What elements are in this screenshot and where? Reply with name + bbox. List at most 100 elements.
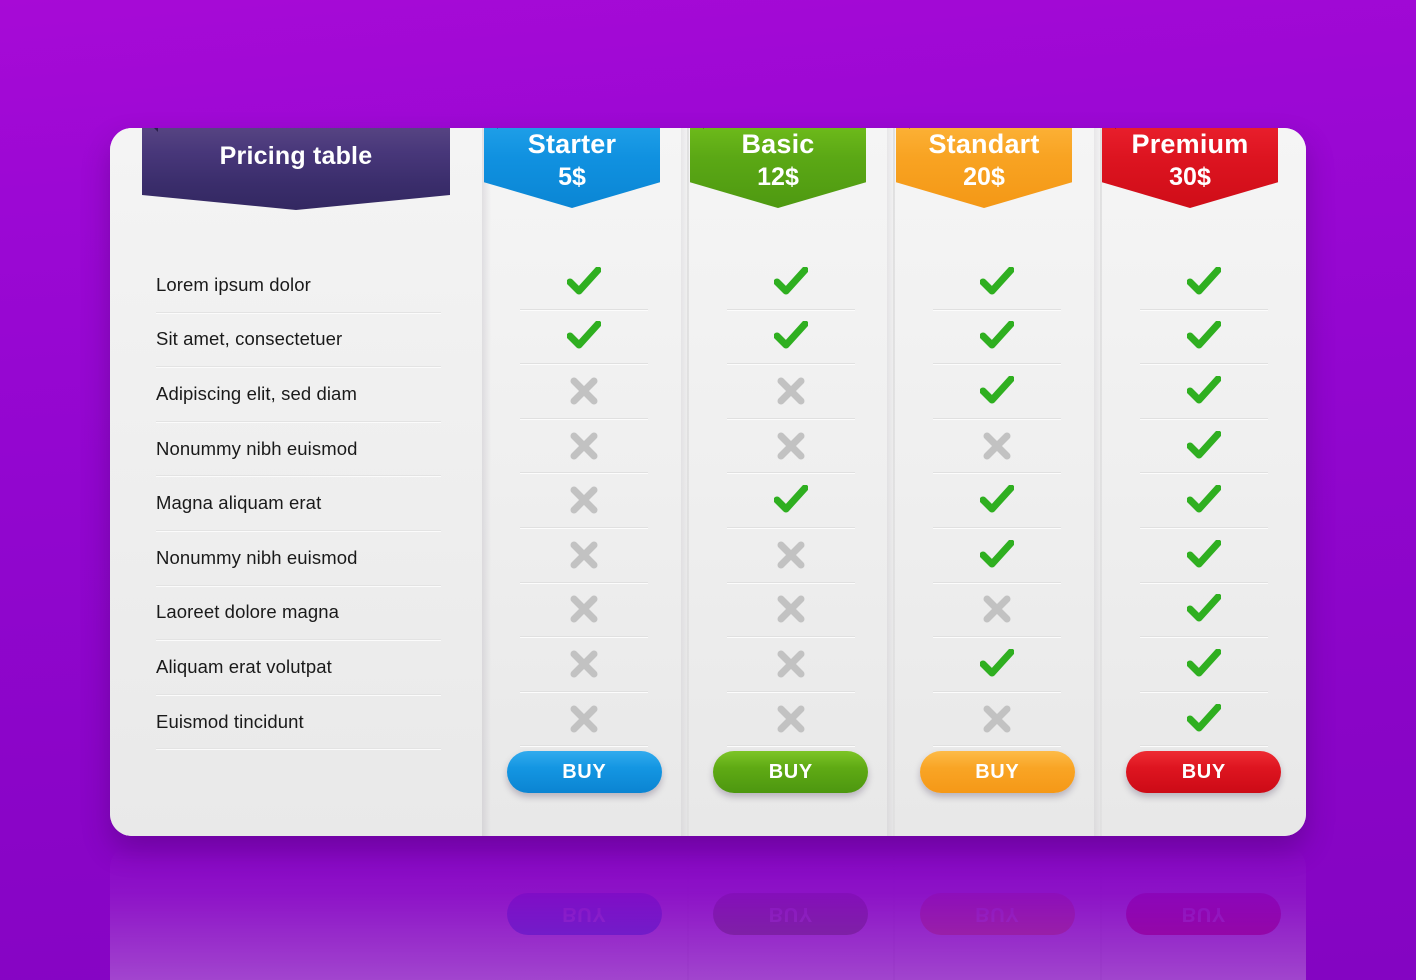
plan-mark-row — [1139, 364, 1268, 419]
check-icon — [1186, 375, 1221, 406]
plan-mark-row — [726, 583, 855, 638]
check-icon — [980, 539, 1015, 570]
check-icon — [1186, 703, 1221, 734]
feature-label: Nonummy nibh euismod — [156, 437, 358, 459]
buy-button-starter[interactable]: BUY — [506, 751, 662, 793]
buy-button-wrapper: BUY — [689, 751, 894, 793]
plan-mark-row — [1139, 637, 1268, 692]
cross-icon — [776, 649, 806, 679]
reflection-plan-columns: BUY BUY BUY BUY — [482, 845, 1306, 980]
plan-mark-row — [520, 692, 649, 747]
plan-mark-row — [726, 310, 855, 365]
plan-price-standart: 20$ — [963, 163, 1005, 191]
buy-button-standart[interactable]: BUY — [919, 751, 1075, 793]
pricing-table-card: Lorem ipsum dolor Sit amet, consectetuer A… — [110, 128, 1306, 836]
pricing-table-title-ribbon: Pricing table — [142, 128, 450, 210]
check-icon — [1186, 266, 1221, 297]
plan-mark-row — [726, 692, 855, 747]
feature-label: Aliquam erat volutpat — [156, 655, 332, 677]
plan-mark-row — [520, 528, 649, 583]
buy-button-basic[interactable]: BUY — [713, 751, 869, 793]
buy-button-wrapper: BUY — [482, 751, 687, 793]
plan-price-starter: 5$ — [558, 163, 586, 191]
plan-name-basic: Basic — [741, 129, 815, 159]
cross-icon — [982, 431, 1012, 461]
plan-name-standart: Standart — [928, 129, 1040, 159]
pricing-table-page: Lorem ipsum dolor Sit amet, consectetuer A… — [0, 0, 1416, 980]
reflection-plan-column: BUY — [893, 845, 1100, 980]
feature-row: Euismod tincidunt — [156, 695, 441, 750]
feature-label: Laoreet dolore magna — [156, 601, 340, 623]
plan-mark-row — [1139, 310, 1268, 365]
feature-row: Nonummy nibh euismod — [156, 531, 441, 586]
plan-columns: BUY BUY BUY BUY — [474, 128, 1307, 836]
feature-row: Laoreet dolore magna — [156, 586, 441, 641]
cross-icon — [569, 431, 599, 461]
plan-mark-row — [726, 255, 855, 310]
plan-marks-basic — [689, 128, 894, 747]
plan-mark-row — [726, 419, 855, 474]
cross-icon — [776, 431, 806, 461]
check-icon — [773, 266, 808, 297]
plan-mark-row — [933, 255, 1062, 310]
feature-list: Lorem ipsum dolor Sit amet, consectetuer A… — [156, 258, 441, 750]
plan-column-premium: BUY — [1093, 128, 1307, 836]
feature-label: Magna aliquam erat — [156, 492, 322, 514]
page-title: Pricing table — [219, 142, 373, 170]
plan-mark-row — [520, 364, 649, 419]
check-icon — [1186, 485, 1221, 515]
buy-button-wrapper: BUY — [895, 751, 1100, 793]
plan-mark-row — [933, 583, 1062, 638]
plan-mark-row — [520, 419, 649, 474]
check-icon — [980, 321, 1015, 351]
check-icon — [980, 266, 1015, 297]
cross-icon — [569, 704, 599, 734]
plan-mark-row — [1139, 692, 1268, 747]
cross-icon — [982, 704, 1012, 734]
plan-mark-row — [1139, 473, 1268, 528]
plan-price-basic: 12$ — [757, 163, 799, 191]
feature-row: Sit amet, consectetuer — [156, 313, 441, 368]
check-icon — [980, 648, 1015, 679]
reflection-plan-column: BUY — [482, 845, 687, 980]
plan-marks-starter — [482, 128, 687, 747]
check-icon — [980, 375, 1015, 406]
plan-mark-row — [933, 364, 1062, 419]
plan-price-premium: 30$ — [1169, 163, 1211, 191]
plan-mark-row — [520, 637, 649, 692]
cross-icon — [569, 376, 599, 406]
check-icon — [1186, 594, 1221, 624]
plan-column-standart: BUY — [887, 128, 1100, 836]
cross-icon — [569, 594, 599, 624]
feature-row: Lorem ipsum dolor — [156, 258, 441, 313]
feature-label: Lorem ipsum dolor — [156, 273, 311, 295]
cross-icon — [776, 704, 806, 734]
plan-mark-row — [1139, 583, 1268, 638]
plan-mark-row — [520, 583, 649, 638]
plan-name-premium: Premium — [1131, 129, 1249, 159]
cross-icon — [776, 594, 806, 624]
check-icon — [773, 321, 808, 351]
check-icon — [567, 321, 602, 351]
plan-mark-row — [933, 637, 1062, 692]
check-icon — [1186, 430, 1221, 461]
reflection-buy-button: BUY — [919, 893, 1075, 935]
feature-row: Nonummy nibh euismod — [156, 422, 441, 477]
plan-mark-row — [520, 310, 649, 365]
reflection-feature-column — [110, 845, 482, 980]
buy-button-premium[interactable]: BUY — [1126, 751, 1282, 793]
feature-column: Lorem ipsum dolor Sit amet, consectetuer A… — [110, 128, 491, 836]
feature-label: Adipiscing elit, sed diam — [156, 382, 357, 404]
cross-icon — [569, 485, 599, 515]
feature-label: Nonummy nibh euismod — [156, 546, 358, 568]
plan-mark-row — [933, 692, 1062, 747]
feature-row: Adipiscing elit, sed diam — [156, 367, 441, 422]
cross-icon — [569, 540, 599, 570]
card-reflection: BUY BUY BUY BUY — [110, 845, 1306, 980]
plan-mark-row — [726, 528, 855, 583]
card-reflection-inner: BUY BUY BUY BUY — [110, 845, 1306, 980]
plan-mark-row — [1139, 255, 1268, 310]
buy-button-wrapper: BUY — [1102, 751, 1307, 793]
feature-row: Aliquam erat volutpat — [156, 640, 441, 695]
reflection-buy-button: BUY — [1126, 893, 1282, 935]
